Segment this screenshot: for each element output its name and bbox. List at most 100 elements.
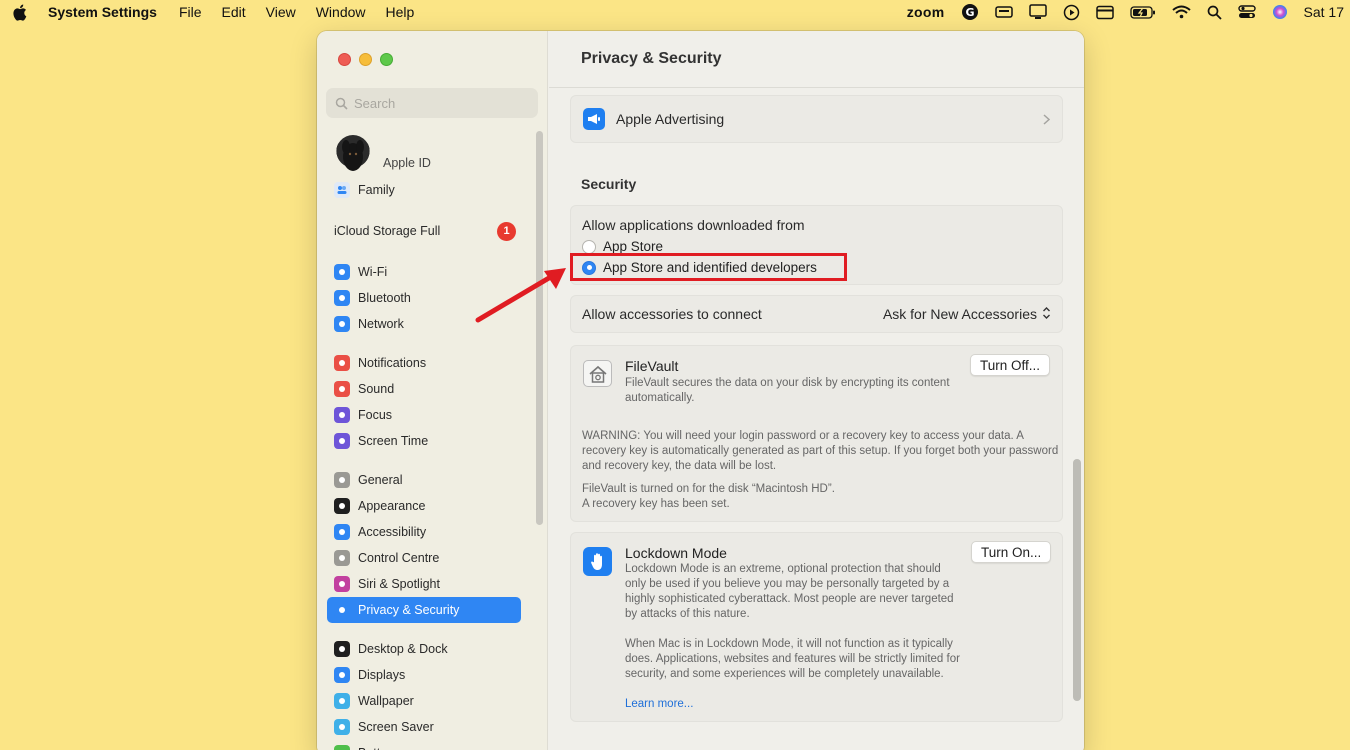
filevault-house-icon bbox=[583, 360, 612, 387]
sidebar-item-label: Privacy & Security bbox=[358, 603, 460, 617]
sidebar-item-label: Siri & Spotlight bbox=[358, 577, 440, 591]
sidebar-item-siri-spotlight[interactable]: Siri & Spotlight bbox=[327, 571, 521, 597]
apple-advertising-row[interactable]: Apple Advertising bbox=[570, 95, 1063, 143]
notifications-icon bbox=[334, 355, 350, 371]
apple-id-row[interactable]: Apple ID bbox=[335, 133, 431, 175]
sidebar-item-label: Battery bbox=[358, 746, 398, 750]
sidebar-item-label: Network bbox=[358, 317, 404, 331]
grammarly-icon[interactable]: G bbox=[961, 3, 979, 21]
displays-icon bbox=[334, 667, 350, 683]
keyboard-icon[interactable] bbox=[994, 5, 1013, 19]
main-header: Privacy & Security bbox=[549, 31, 1084, 88]
sidebar-item-label: Screen Time bbox=[358, 434, 429, 448]
sidebar-item-label: Family bbox=[358, 183, 395, 197]
sidebar-item-label: Sound bbox=[358, 382, 395, 396]
lockdown-description-2: When Mac is in Lockdown Mode, it will no… bbox=[625, 638, 960, 680]
search-field[interactable] bbox=[326, 88, 538, 118]
screen-time-icon bbox=[334, 433, 350, 449]
lockdown-turn-on-button[interactable]: Turn On... bbox=[971, 541, 1052, 563]
sidebar-item-battery[interactable]: Battery bbox=[327, 740, 521, 750]
play-icon[interactable] bbox=[1063, 4, 1080, 21]
screen-saver-icon bbox=[334, 719, 350, 735]
radio-app-store-label: App Store bbox=[603, 239, 664, 254]
focus-icon bbox=[334, 407, 350, 423]
sidebar-item-notifications[interactable]: Notifications bbox=[327, 350, 521, 376]
search-icon bbox=[335, 97, 348, 110]
apple-menu-icon[interactable] bbox=[12, 4, 32, 21]
sidebar-item-appearance[interactable]: Appearance bbox=[327, 493, 521, 519]
search-input[interactable] bbox=[354, 95, 524, 111]
zoom-button[interactable] bbox=[380, 53, 393, 66]
sidebar-item-displays[interactable]: Displays bbox=[327, 662, 521, 688]
menu-view[interactable]: View bbox=[266, 4, 296, 20]
accessories-popup[interactable]: Ask for New Accessories bbox=[883, 306, 1051, 323]
minimize-button[interactable] bbox=[359, 53, 372, 66]
sidebar-item-label: Accessibility bbox=[358, 525, 427, 539]
sidebar-item-label: General bbox=[358, 473, 403, 487]
menu-file[interactable]: File bbox=[179, 4, 202, 20]
sidebar-item-desktop-dock[interactable]: Desktop & Dock bbox=[327, 636, 521, 662]
battery-icon bbox=[334, 745, 350, 750]
control-centre-icon bbox=[334, 550, 350, 566]
filevault-status-line: FileVault is turned on for the disk “Mac… bbox=[582, 483, 835, 495]
wifi-icon[interactable] bbox=[1171, 5, 1191, 19]
sidebar-item-family[interactable]: Family bbox=[327, 177, 521, 203]
menu-help[interactable]: Help bbox=[386, 4, 415, 20]
menu-edit[interactable]: Edit bbox=[222, 4, 246, 20]
app-name-menu[interactable]: System Settings bbox=[48, 4, 157, 20]
sidebar-item-screen-saver[interactable]: Screen Saver bbox=[327, 714, 521, 740]
radio-app-store[interactable]: App Store bbox=[582, 239, 663, 254]
icloud-storage-row[interactable]: iCloud Storage Full 1 bbox=[334, 219, 516, 243]
main-scrollbar[interactable] bbox=[1073, 459, 1081, 701]
filevault-title: FileVault bbox=[625, 358, 679, 374]
display-icon[interactable] bbox=[1028, 4, 1047, 20]
bluetooth-icon bbox=[334, 290, 350, 306]
network-icon bbox=[334, 316, 350, 332]
close-button[interactable] bbox=[338, 53, 351, 66]
siri-icon[interactable] bbox=[1272, 4, 1288, 20]
sidebar-item-control-centre[interactable]: Control Centre bbox=[327, 545, 521, 571]
sidebar-item-sound[interactable]: Sound bbox=[327, 376, 521, 402]
sidebar-item-label: Control Centre bbox=[358, 551, 440, 565]
sidebar-item-general[interactable]: General bbox=[327, 467, 521, 493]
sidebar-item-label: Wi-Fi bbox=[358, 265, 388, 279]
sidebar-item-screen-time[interactable]: Screen Time bbox=[327, 428, 521, 454]
apple-advertising-label: Apple Advertising bbox=[616, 111, 725, 127]
menu-clock[interactable]: Sat 17 bbox=[1304, 4, 1344, 20]
security-section-title: Security bbox=[581, 176, 637, 192]
apple-id-label: Apple ID bbox=[383, 156, 431, 170]
control-centre-icon[interactable] bbox=[1237, 4, 1256, 20]
card-icon[interactable] bbox=[1095, 5, 1114, 20]
general-icon bbox=[334, 472, 350, 488]
zoom-status-item[interactable]: zoom bbox=[907, 4, 945, 20]
notification-badge: 1 bbox=[497, 221, 516, 241]
sound-icon bbox=[334, 381, 350, 397]
red-arrow-icon bbox=[475, 268, 566, 323]
accessories-label: Allow accessories to connect bbox=[582, 306, 762, 322]
spotlight-icon[interactable] bbox=[1207, 5, 1222, 20]
privacy-security-icon bbox=[334, 602, 350, 618]
battery-icon[interactable] bbox=[1129, 5, 1156, 19]
sidebar-item-privacy-security[interactable]: Privacy & Security bbox=[327, 597, 521, 623]
sidebar-item-label: Bluetooth bbox=[358, 291, 411, 305]
sidebar-item-label: Wallpaper bbox=[358, 694, 414, 708]
sidebar: Apple ID Family iCloud Storage Full 1 Wi… bbox=[317, 31, 548, 750]
wallpaper-icon bbox=[334, 693, 350, 709]
sidebar-item-focus[interactable]: Focus bbox=[327, 402, 521, 428]
sidebar-item-label: Displays bbox=[358, 668, 406, 682]
filevault-turn-off-button[interactable]: Turn Off... bbox=[970, 354, 1051, 376]
sidebar-item-wallpaper[interactable]: Wallpaper bbox=[327, 688, 521, 714]
menu-window[interactable]: Window bbox=[316, 4, 366, 20]
settings-window: Apple ID Family iCloud Storage Full 1 Wi… bbox=[317, 31, 1084, 750]
radio-button-off[interactable] bbox=[582, 239, 596, 254]
sidebar-item-accessibility[interactable]: Accessibility bbox=[327, 519, 521, 545]
sidebar-item-label: Screen Saver bbox=[358, 720, 434, 734]
accessories-value: Ask for New Accessories bbox=[882, 306, 1037, 322]
accessories-row: Allow accessories to connect Ask for New… bbox=[570, 295, 1063, 333]
highlight-box bbox=[570, 253, 847, 281]
main-pane: Privacy & Security Apple Advertising Sec… bbox=[549, 31, 1084, 750]
learn-more-link[interactable]: Learn more... bbox=[625, 698, 693, 710]
wi-fi-icon bbox=[334, 264, 350, 280]
desktop-dock-icon bbox=[334, 641, 350, 657]
hand-icon bbox=[583, 547, 612, 576]
